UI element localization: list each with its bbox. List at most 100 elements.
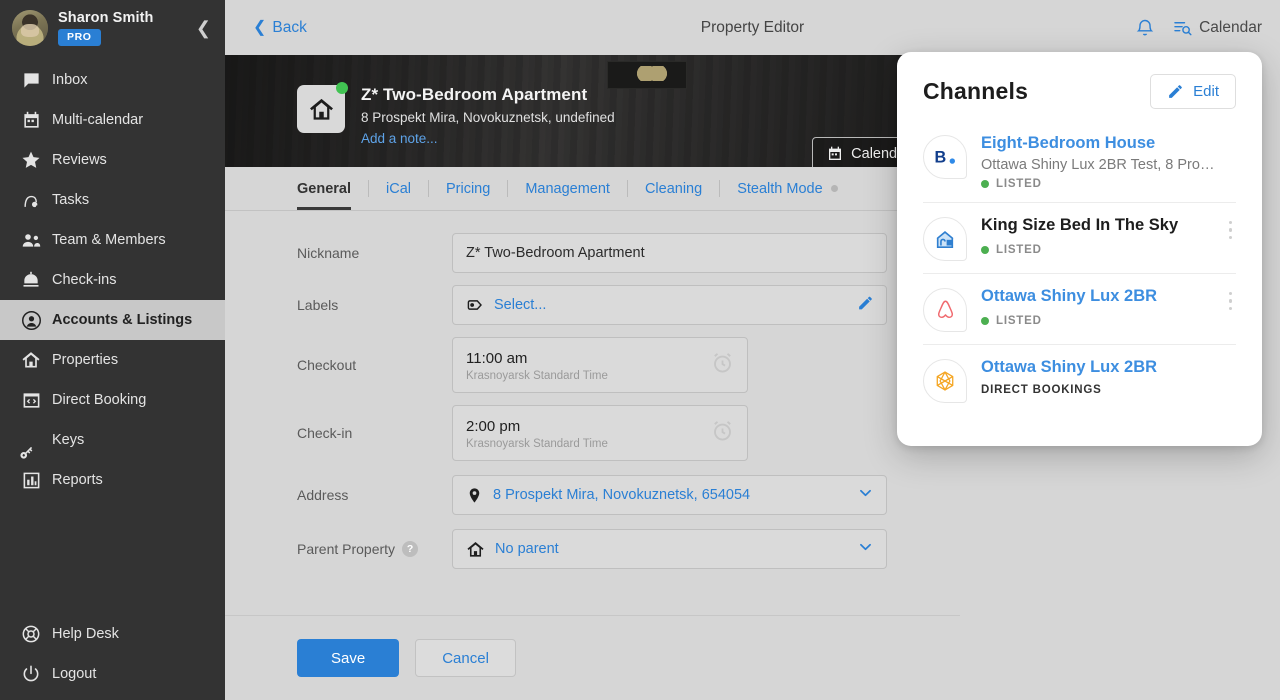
checkout-timezone: Krasnoyarsk Standard Time [466,370,608,382]
parent-property-select[interactable]: No parent [452,529,887,569]
chevron-left-icon: ❮ [253,20,266,36]
checkout-time-input[interactable]: 11:00 am Krasnoyarsk Standard Time [452,337,748,393]
chevron-down-icon[interactable] [857,485,874,506]
labels-select[interactable]: Select... [452,285,887,325]
people-icon [14,230,48,251]
map-pin-icon [466,487,483,504]
sidebar-item-tasks[interactable]: Tasks [0,180,225,220]
channel-status: LISTED [981,178,1220,190]
channel-name[interactable]: Ottawa Shiny Lux 2BR [981,286,1220,307]
booking-com-icon: B [923,135,967,179]
save-button[interactable]: Save [297,639,399,677]
sidebar-item-properties[interactable]: Properties [0,340,225,380]
sidebar-item-accounts-listings[interactable]: Accounts & Listings [0,300,225,340]
bell-icon[interactable] [1135,18,1155,38]
status-dot [336,82,348,94]
channel-options-button[interactable] [1225,219,1237,242]
sidebar-item-inbox[interactable]: Inbox [0,60,225,100]
sidebar-item-reports[interactable]: Reports [0,460,225,500]
tab-pricing[interactable]: Pricing [429,167,507,210]
calendar-button[interactable]: Calendar [1173,18,1262,37]
channels-title: Channels [923,78,1028,105]
sidebar-item-check-ins[interactable]: Check-ins [0,260,225,300]
field-checkout: Checkout 11:00 am Krasnoyarsk Standard T… [225,337,960,393]
channel-status: LISTED [981,244,1220,256]
sidebar-item-label: Tasks [52,192,89,208]
tab-label: Cleaning [645,181,702,197]
svg-text:B: B [934,149,946,167]
inbox-icon [14,71,48,90]
general-form: Nickname Z* Two-Bedroom Apartment Labels… [225,211,960,615]
sidebar-item-keys[interactable]: Keys [0,420,225,460]
field-parent-property: Parent Property ? No parent [225,529,960,569]
home-icon [466,540,485,559]
sidebar-profile[interactable]: Sharon Smith PRO ❮ [0,0,225,56]
checkin-time-input[interactable]: 2:00 pm Krasnoyarsk Standard Time [452,405,748,461]
sidebar-item-logout[interactable]: Logout [0,654,225,694]
address-select[interactable]: 8 Prospekt Mira, Novokuznetsk, 654054 [452,475,887,515]
tab-label: Management [525,181,610,197]
calendar-icon [827,146,843,162]
parent-property-label: Parent Property ? [297,541,452,557]
channel-row[interactable]: Ottawa Shiny Lux 2BR LISTED [923,274,1236,345]
field-address: Address 8 Prospekt Mira, Novokuznetsk, 6… [225,475,960,515]
direct-booking-icon [923,359,967,403]
sidebar-bottom: Help Desk Logout [0,614,225,700]
status-dot-icon [981,317,989,325]
channel-name[interactable]: King Size Bed In The Sky [981,215,1220,236]
browser-code-icon [14,391,48,410]
channels-popup: Channels Edit B Eight-Bedroom House Otta… [897,52,1262,446]
tab-stealth-mode[interactable]: Stealth Mode [720,167,854,210]
status-dot-icon [831,185,838,192]
chevron-left-icon[interactable]: ❮ [196,19,211,37]
sidebar-item-direct-booking[interactable]: Direct Booking [0,380,225,420]
lifebuoy-icon [14,624,48,644]
channel-row[interactable]: Ottawa Shiny Lux 2BR DIRECT BOOKINGS [923,345,1236,416]
tab-cleaning[interactable]: Cleaning [628,167,719,210]
airbnb-icon [923,288,967,332]
calendar-label: Calendar [1199,19,1262,37]
sidebar-item-team-members[interactable]: Team & Members [0,220,225,260]
sidebar-item-label: Inbox [52,72,87,88]
sidebar-item-reviews[interactable]: Reviews [0,140,225,180]
key-icon [14,431,48,450]
sidebar-item-help-desk[interactable]: Help Desk [0,614,225,654]
tab-ical[interactable]: iCal [369,167,428,210]
channels-header: Channels Edit [923,74,1236,109]
cancel-button[interactable]: Cancel [415,639,516,677]
channel-status-label: LISTED [996,178,1042,190]
add-note-link[interactable]: Add a note... [361,131,615,146]
channel-subtitle: Ottawa Shiny Lux 2BR Test, 8 Pros… [981,157,1220,173]
help-icon[interactable]: ? [402,541,418,557]
tab-general[interactable]: General [297,167,368,210]
property-thumbnail [297,85,345,133]
homeaway-icon [923,217,967,261]
channel-options-button[interactable] [1225,290,1237,313]
channel-row[interactable]: King Size Bed In The Sky LISTED [923,203,1236,274]
channel-row[interactable]: B Eight-Bedroom House Ottawa Shiny Lux 2… [923,121,1236,203]
property-tabs: General iCal Pricing Management Cleaning [225,167,960,211]
checkin-label: Check-in [297,425,452,441]
app-root: Sharon Smith PRO ❮ Inbox Multi-calendar [0,0,1280,700]
chevron-down-icon[interactable] [857,539,874,560]
channel-name[interactable]: Ottawa Shiny Lux 2BR [981,357,1220,378]
profile-name: Sharon Smith [58,10,153,26]
pencil-icon[interactable] [857,295,874,316]
tab-label: iCal [386,181,411,197]
labels-value: Select... [494,297,546,313]
avatar [12,10,48,46]
sidebar-item-label: Reviews [52,152,107,168]
back-button[interactable]: ❮ Back [253,19,307,37]
sidebar-item-label: Reports [52,472,103,488]
parent-property-label-text: Parent Property [297,541,395,557]
channel-name[interactable]: Eight-Bedroom House [981,133,1220,154]
nickname-value: Z* Two-Bedroom Apartment [466,245,645,261]
channels-edit-button[interactable]: Edit [1150,74,1236,109]
tab-management[interactable]: Management [508,167,627,210]
sidebar-item-multi-calendar[interactable]: Multi-calendar [0,100,225,140]
sidebar-item-label: Help Desk [52,626,119,642]
sidebar-item-label: Logout [52,666,96,682]
sidebar-item-label: Accounts & Listings [52,312,192,328]
nickname-input[interactable]: Z* Two-Bedroom Apartment [452,233,887,273]
address-label: Address [297,487,452,503]
